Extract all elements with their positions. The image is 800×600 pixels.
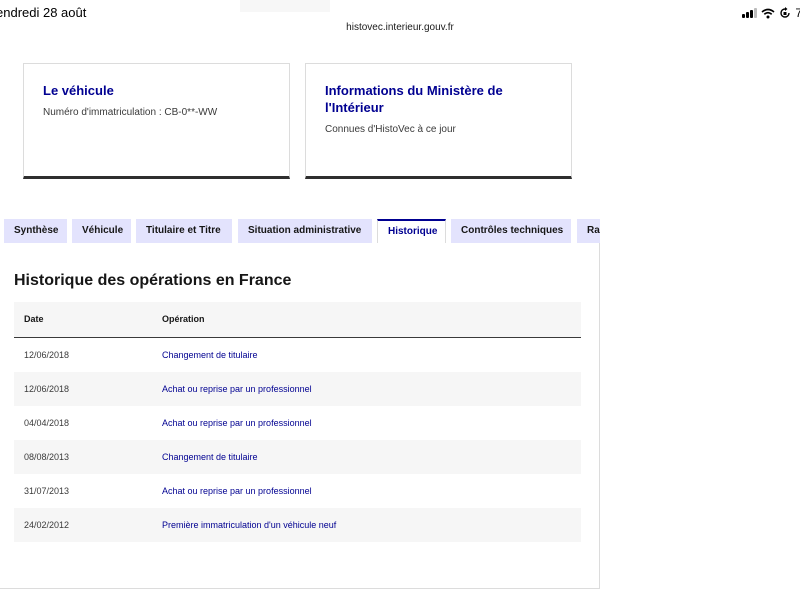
table-row: 12/06/2018 Achat ou reprise par un profe… xyxy=(14,372,581,406)
row-operation-link[interactable]: Changement de titulaire xyxy=(162,452,258,462)
ministry-card: Informations du Ministère de l'Intérieur… xyxy=(305,63,572,179)
background-blur xyxy=(240,0,330,12)
row-operation-link[interactable]: Achat ou reprise par un professionnel xyxy=(162,384,312,394)
table-row: 31/07/2013 Achat ou reprise par un profe… xyxy=(14,474,581,508)
history-table: Date Opération 12/06/2018 Changement de … xyxy=(14,302,581,542)
history-panel: Historique des opérations en France Date… xyxy=(0,243,600,589)
table-row: 08/08/2013 Changement de titulaire xyxy=(14,440,581,474)
row-date: 12/06/2018 xyxy=(24,384,70,394)
orientation-lock-icon xyxy=(780,7,791,18)
tab-situation-administrative[interactable]: Situation administrative xyxy=(238,219,372,243)
row-date: 04/04/2018 xyxy=(24,418,70,428)
table-row: 12/06/2018 Changement de titulaire xyxy=(14,338,581,372)
row-date: 31/07/2013 xyxy=(24,486,70,496)
ministry-card-title: Informations du Ministère de l'Intérieur xyxy=(325,83,503,115)
url-bar[interactable]: histovec.interieur.gouv.fr xyxy=(0,22,800,33)
tab-rapport[interactable]: Rap xyxy=(577,219,600,243)
column-header-date: Date xyxy=(24,314,44,324)
table-body: 12/06/2018 Changement de titulaire 12/06… xyxy=(14,338,581,542)
row-date: 08/08/2013 xyxy=(24,452,70,462)
row-operation-link[interactable]: Première immatriculation d'un véhicule n… xyxy=(162,520,336,530)
table-row: 04/04/2018 Achat ou reprise par un profe… xyxy=(14,406,581,440)
ministry-card-text: Connues d'HistoVec à ce jour xyxy=(325,124,456,135)
status-time: endredi 28 août xyxy=(0,5,87,20)
vehicle-card: Le véhicule Numéro d'immatriculation : C… xyxy=(23,63,290,179)
row-operation-link[interactable]: Achat ou reprise par un professionnel xyxy=(162,486,312,496)
row-operation-link[interactable]: Achat ou reprise par un professionnel xyxy=(162,418,312,428)
wifi-icon xyxy=(761,8,775,18)
table-row: 24/02/2012 Première immatriculation d'un… xyxy=(14,508,581,542)
registration-number: Numéro d'immatriculation : CB-0**-WW xyxy=(43,107,218,118)
row-date: 24/02/2012 xyxy=(24,520,70,530)
tab-titulaire-et-titre[interactable]: Titulaire et Titre xyxy=(136,219,232,243)
tab-vehicule[interactable]: Véhicule xyxy=(72,219,131,243)
vehicle-card-title: Le véhicule xyxy=(43,83,114,98)
row-date: 12/06/2018 xyxy=(24,350,70,360)
table-header: Date Opération xyxy=(14,302,581,338)
cellular-signal-icon xyxy=(742,8,758,18)
row-operation-link[interactable]: Changement de titulaire xyxy=(162,350,258,360)
tab-synthese[interactable]: Synthèse xyxy=(4,219,67,243)
tab-historique[interactable]: Historique xyxy=(377,219,446,243)
status-bar: endredi 28 août 7 xyxy=(0,0,800,24)
tab-controles-techniques[interactable]: Contrôles techniques xyxy=(451,219,571,243)
history-title: Historique des opérations en France xyxy=(14,272,292,289)
tab-bar: Synthèse Véhicule Titulaire et Titre Sit… xyxy=(0,219,600,243)
battery-percentage: 7 xyxy=(795,6,800,20)
status-icons: 7 xyxy=(742,6,800,20)
column-header-operation: Opération xyxy=(162,314,205,324)
